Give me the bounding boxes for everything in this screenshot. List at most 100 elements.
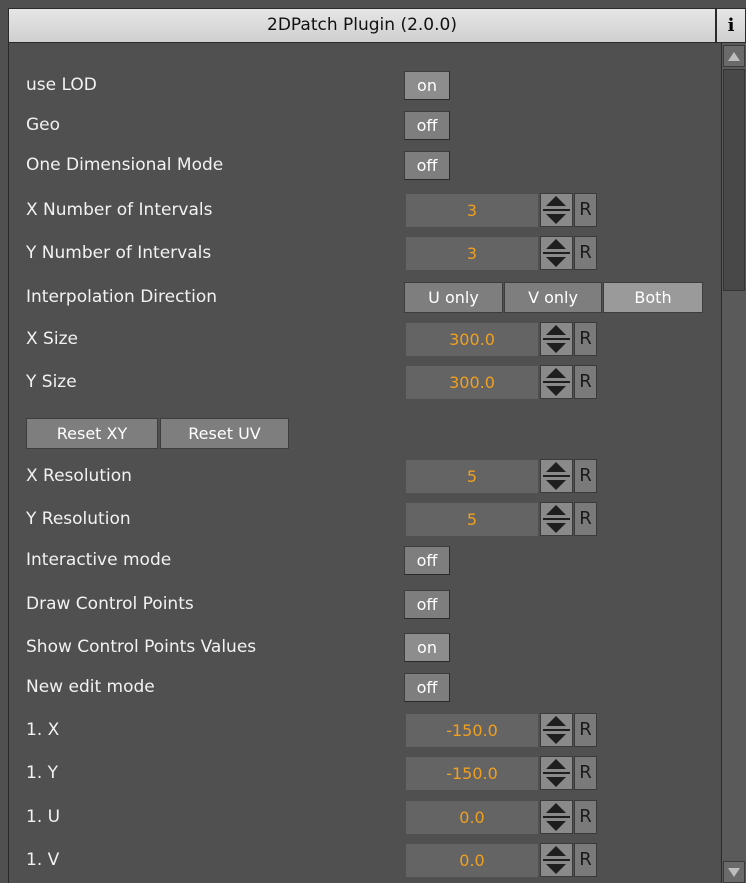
y-intervals-label: Y Number of Intervals [26,243,212,263]
x-intervals-label: X Number of Intervals [26,200,213,220]
geo-toggle[interactable]: off [404,111,450,140]
point1-x-label: 1. X [26,720,60,740]
vertical-scrollbar[interactable] [721,43,746,883]
x-resolution-label: X Resolution [26,466,132,486]
point1-y-reset-button[interactable]: R [574,756,597,790]
spinner-down-icon[interactable] [544,774,569,789]
spinner-down-icon[interactable] [544,340,569,355]
scroll-thumb[interactable] [723,69,745,291]
show-control-points-values-label: Show Control Points Values [26,637,257,657]
x-size-spinner[interactable] [540,322,573,356]
draw-control-points-label: Draw Control Points [26,594,194,614]
spinner-down-icon[interactable] [544,477,569,492]
interpolation-direction-label: Interpolation Direction [26,287,218,307]
point1-x-reset-button[interactable]: R [574,713,597,747]
one-dimensional-mode-toggle[interactable]: off [404,151,450,180]
y-resolution-reset-button[interactable]: R [574,502,597,536]
point1-y-label: 1. Y [26,763,59,783]
interpolation-u-only-button[interactable]: U only [404,282,503,313]
info-button[interactable]: i [716,8,746,43]
spinner-down-icon[interactable] [544,254,569,269]
spinner-down-icon[interactable] [544,383,569,398]
interactive-mode-label: Interactive mode [26,550,172,570]
row-one-dimensional-mode: One Dimensional Mode off [9,146,722,184]
point1-v-reset-button[interactable]: R [574,843,597,877]
point1-u-spinner[interactable] [540,800,573,834]
row-geo: Geo off [9,106,722,144]
y-resolution-label: Y Resolution [26,509,131,529]
row-show-control-points-values: Show Control Points Values on [9,628,722,666]
point1-v-spinner[interactable] [540,843,573,877]
row-point1-u: 1. U 0.0 R [9,798,722,836]
y-intervals-spinner[interactable] [540,236,573,270]
point1-u-reset-button[interactable]: R [574,800,597,834]
reset-uv-button[interactable]: Reset UV [160,418,289,449]
row-point1-v: 1. V 0.0 R [9,841,722,879]
interpolation-both-button[interactable]: Both [603,282,703,313]
x-intervals-field[interactable]: 3 [406,194,538,227]
y-size-reset-button[interactable]: R [574,365,597,399]
point1-v-field[interactable]: 0.0 [406,844,538,877]
y-resolution-field[interactable]: 5 [406,503,538,536]
spinner-up-icon[interactable] [544,460,569,475]
point1-v-label: 1. V [26,850,60,870]
point1-x-spinner[interactable] [540,713,573,747]
interpolation-v-only-button[interactable]: V only [504,282,602,313]
x-size-field[interactable]: 300.0 [406,323,538,356]
x-intervals-reset-button[interactable]: R [574,193,597,227]
show-control-points-values-toggle[interactable]: on [404,633,450,662]
x-resolution-field[interactable]: 5 [406,460,538,493]
spinner-up-icon[interactable] [544,844,569,859]
y-size-field[interactable]: 300.0 [406,366,538,399]
row-x-resolution: X Resolution 5 R [9,457,722,495]
spinner-up-icon[interactable] [544,366,569,381]
spinner-up-icon[interactable] [544,503,569,518]
y-intervals-field[interactable]: 3 [406,237,538,270]
spinner-up-icon[interactable] [544,194,569,209]
scroll-down-icon[interactable] [723,861,745,883]
point1-u-label: 1. U [26,807,61,827]
row-point1-x: 1. X -150.0 R [9,711,722,749]
spinner-up-icon[interactable] [544,237,569,252]
spinner-up-icon[interactable] [544,714,569,729]
row-point1-y: 1. Y -150.0 R [9,754,722,792]
y-size-label: Y Size [26,372,77,392]
row-interactive-mode: Interactive mode off [9,541,722,579]
spinner-down-icon[interactable] [544,818,569,833]
row-x-intervals: X Number of Intervals 3 R [9,191,722,229]
spinner-down-icon[interactable] [544,520,569,535]
spinner-up-icon[interactable] [544,801,569,816]
spinner-up-icon[interactable] [544,757,569,772]
x-resolution-reset-button[interactable]: R [574,459,597,493]
interactive-mode-toggle[interactable]: off [404,546,450,575]
row-y-resolution: Y Resolution 5 R [9,500,722,538]
geo-label: Geo [26,115,61,135]
y-intervals-reset-button[interactable]: R [574,236,597,270]
new-edit-mode-toggle[interactable]: off [404,673,450,702]
row-y-size: Y Size 300.0 R [9,363,722,401]
x-intervals-spinner[interactable] [540,193,573,227]
draw-control-points-toggle[interactable]: off [404,590,450,619]
spinner-down-icon[interactable] [544,211,569,226]
point1-u-field[interactable]: 0.0 [406,801,538,834]
row-draw-control-points: Draw Control Points off [9,585,722,623]
one-dimensional-mode-label: One Dimensional Mode [26,155,224,175]
spinner-down-icon[interactable] [544,731,569,746]
row-y-intervals: Y Number of Intervals 3 R [9,234,722,272]
point1-x-field[interactable]: -150.0 [406,714,538,747]
row-use-lod: use LOD on [9,66,722,104]
spinner-down-icon[interactable] [544,861,569,876]
point1-y-field[interactable]: -150.0 [406,757,538,790]
x-size-reset-button[interactable]: R [574,322,597,356]
reset-xy-button[interactable]: Reset XY [26,418,158,449]
new-edit-mode-label: New edit mode [26,677,155,697]
y-resolution-spinner[interactable] [540,502,573,536]
spinner-up-icon[interactable] [544,323,569,338]
point1-y-spinner[interactable] [540,756,573,790]
use-lod-toggle[interactable]: on [404,71,450,100]
plugin-title: 2DPatch Plugin (2.0.0) [267,15,457,35]
scroll-up-icon[interactable] [723,45,745,67]
row-reset-buttons: Reset XY Reset UV [9,413,722,451]
x-resolution-spinner[interactable] [540,459,573,493]
y-size-spinner[interactable] [540,365,573,399]
